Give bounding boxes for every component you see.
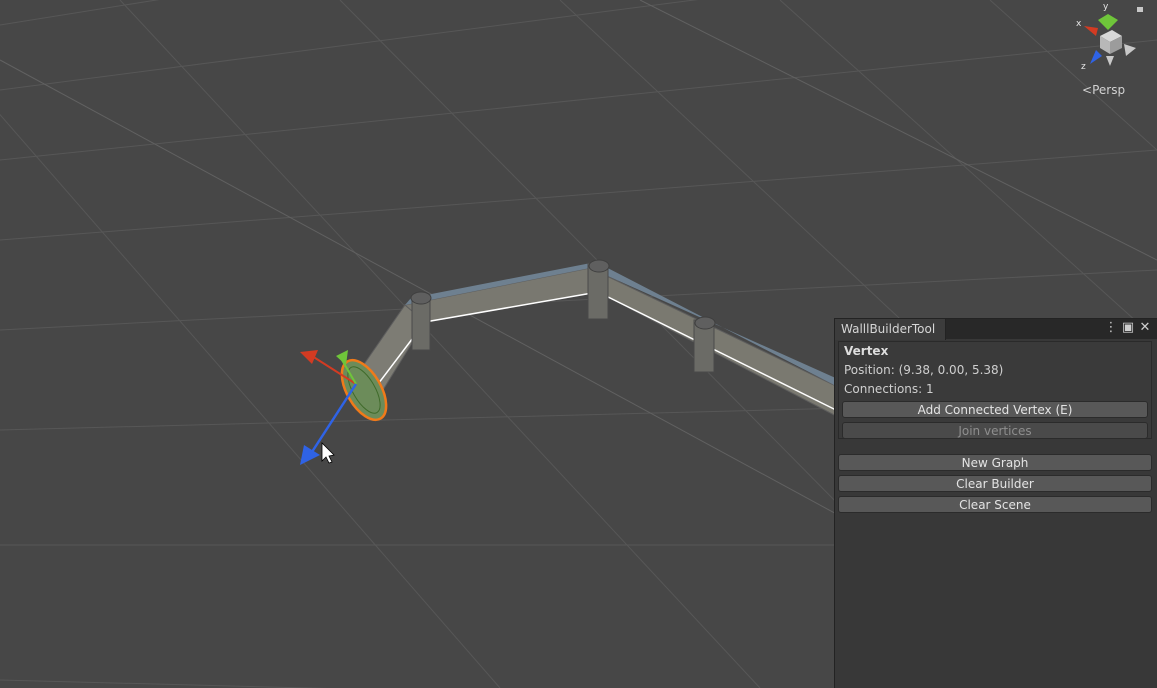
z-axis-handle[interactable]	[300, 445, 320, 465]
orientation-gizmo[interactable]	[1084, 7, 1143, 66]
wall-builder-panel: WalllBuilderTool ⋮ ▣ ✕ Vertex Position: …	[834, 318, 1157, 688]
gizmo-y-cone[interactable]	[1098, 14, 1118, 30]
tab-bar: WalllBuilderTool ⋮ ▣ ✕	[835, 319, 1157, 340]
add-connected-vertex-button[interactable]: Add Connected Vertex (E)	[842, 401, 1148, 418]
vertex-title: Vertex	[844, 344, 889, 358]
vertex-section: Vertex Position: (9.38, 0.00, 5.38) Conn…	[838, 341, 1152, 439]
tab-label: WalllBuilderTool	[841, 322, 936, 336]
close-icon[interactable]: ✕	[1138, 321, 1152, 335]
view-mode-label: Persp	[1092, 83, 1126, 97]
mouse-cursor	[321, 442, 335, 464]
chevron-left-icon: <	[1082, 83, 1093, 97]
gizmo-x-label: x	[1076, 19, 1082, 29]
gizmo-z-label: z	[1081, 62, 1086, 72]
gizmo-x-cone[interactable]	[1084, 26, 1098, 36]
view-mode-toggle[interactable]: <Persp	[1082, 83, 1125, 97]
y-axis-handle[interactable]	[336, 350, 348, 365]
tab-wall-builder-tool[interactable]: WalllBuilderTool	[835, 319, 946, 340]
clear-builder-button[interactable]: Clear Builder	[838, 475, 1152, 492]
lock-icon[interactable]	[1137, 7, 1143, 12]
join-vertices-button[interactable]: Join vertices	[842, 422, 1148, 439]
more-options-icon[interactable]: ⋮	[1104, 321, 1118, 335]
gizmo-y-label: y	[1103, 2, 1109, 12]
vertex-connections: Connections: 1	[844, 382, 934, 396]
clear-scene-button[interactable]: Clear Scene	[838, 496, 1152, 513]
new-graph-button[interactable]: New Graph	[838, 454, 1152, 471]
maximize-icon[interactable]: ▣	[1121, 321, 1135, 335]
wall-mesh	[359, 259, 841, 419]
vertex-position: Position: (9.38, 0.00, 5.38)	[844, 363, 1004, 377]
gizmo-z-cone[interactable]	[1090, 50, 1102, 64]
